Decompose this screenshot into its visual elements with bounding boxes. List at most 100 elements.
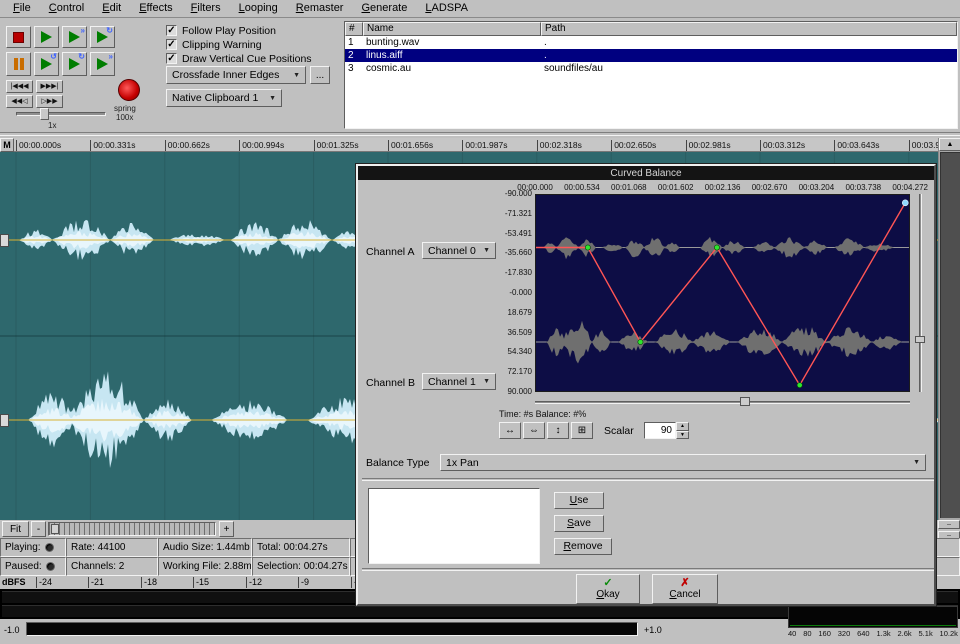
zoom-slider[interactable] <box>48 522 216 536</box>
ruler-time-label: 00:01.987s <box>462 140 507 151</box>
fit-button[interactable]: Fit <box>2 521 29 537</box>
vertical-scrollbar[interactable]: ▲ <box>938 138 960 520</box>
menu-looping[interactable]: Looping <box>230 0 287 16</box>
menu-file[interactable]: File <box>4 0 40 16</box>
record-button[interactable] <box>118 79 140 101</box>
menu-remaster[interactable]: Remaster <box>287 0 353 16</box>
file-name: cosmic.au <box>363 62 541 75</box>
play-button[interactable] <box>34 26 59 48</box>
freq-band-label: 640 <box>857 629 870 642</box>
jump-to-end-button[interactable]: ▶▶▶| <box>36 80 63 93</box>
checkbox-row[interactable]: ✓Clipping Warning <box>166 38 262 51</box>
dialog-separator <box>362 478 934 481</box>
checkbox-checked-icon[interactable]: ✓ <box>166 39 177 50</box>
scalar-spinner[interactable]: ▲ ▼ <box>676 422 689 439</box>
save-button[interactable]: Save <box>554 515 604 532</box>
channel1-handle[interactable] <box>0 234 9 247</box>
fit-horizontal-button[interactable]: ↔ <box>499 422 521 439</box>
scroll-up-icon[interactable]: ▲ <box>939 138 960 151</box>
menu-filters[interactable]: Filters <box>182 0 230 16</box>
pause-button[interactable] <box>6 52 31 76</box>
freq-band-label: 2.6k <box>897 629 911 642</box>
menu-control[interactable]: Control <box>40 0 93 16</box>
balance-type-dropdown[interactable]: 1x Pan ▼ <box>440 454 926 471</box>
preset-listbox[interactable] <box>368 488 540 564</box>
zoom-vertical-button[interactable]: ↕ <box>547 422 569 439</box>
channel-b-dropdown[interactable]: Channel 1 ▼ <box>422 373 496 390</box>
zoom-slider-thumb[interactable] <box>51 524 59 534</box>
table-row[interactable]: 3cosmic.ausoundfiles/au <box>345 62 957 75</box>
graph-balance-label: -0.000 <box>488 288 532 297</box>
curve-node[interactable] <box>714 245 719 250</box>
filelist-header-name[interactable]: Name <box>363 22 541 36</box>
dbfs-tick-label: -18 <box>141 577 157 588</box>
playback-speed-thumb[interactable] <box>40 108 49 120</box>
speed-value-label: 1x <box>48 121 56 130</box>
mute-button[interactable]: M <box>0 138 14 152</box>
channel-a-dropdown[interactable]: Channel 0 ▼ <box>422 242 496 259</box>
ruler-time-label: 00:03.974s <box>909 140 938 151</box>
spinner-down-icon[interactable]: ▼ <box>676 431 689 440</box>
shuttle-backward-button[interactable]: ↺ <box>34 52 59 76</box>
timeline-ruler[interactable]: 00:00.000s00:00.331s00:00.662s00:00.994s… <box>0 138 938 152</box>
shuttle-forward-button[interactable]: ↻ <box>62 52 87 76</box>
pane-shrink-button[interactable]: -- <box>938 520 960 529</box>
playback-speed-slider[interactable] <box>16 112 106 116</box>
okay-button[interactable]: ✓ Okay <box>576 574 640 604</box>
table-row[interactable]: 2linus.aiff. <box>345 49 957 62</box>
play-selection-button[interactable]: » <box>62 26 87 48</box>
menu-effects[interactable]: Effects <box>130 0 181 16</box>
status-text: Playing: <box>5 542 41 553</box>
menu-ladspa[interactable]: LADSPA <box>416 0 477 16</box>
remove-button[interactable]: Remove <box>554 538 612 555</box>
checkbox-label: Draw Vertical Cue Positions <box>182 53 312 65</box>
frequency-analyzer <box>788 606 958 628</box>
graph-horizontal-slider-thumb[interactable] <box>740 397 750 406</box>
use-button[interactable]: Use <box>554 492 604 509</box>
freq-band-label: 5.1k <box>919 629 933 642</box>
filelist-header-path[interactable]: Path <box>541 22 957 36</box>
graph-horizontal-slider[interactable] <box>535 396 910 408</box>
shuttle-arrow-icon: » <box>109 53 113 61</box>
graph-vertical-slider[interactable] <box>914 194 926 392</box>
status-cell: Selection: 00:04.27s <box>252 557 350 576</box>
table-row[interactable]: 1bunting.wav. <box>345 36 957 49</box>
checkbox-checked-icon[interactable]: ✓ <box>166 53 177 64</box>
balance-curve-graph[interactable] <box>535 194 910 392</box>
zoom-out-button[interactable]: - <box>31 521 46 537</box>
crossfade-more-button[interactable]: ... <box>310 66 330 84</box>
scalar-input[interactable]: 90 <box>644 422 676 439</box>
curve-node[interactable] <box>638 339 643 344</box>
grid-snap-button[interactable]: ⊞ <box>571 422 593 439</box>
skip-back-button[interactable]: ◀◀◁ <box>6 95 33 108</box>
checkbox-row[interactable]: ✓Follow Play Position <box>166 24 276 37</box>
channel-b-label: Channel B <box>366 377 415 389</box>
zoom-in-button[interactable]: + <box>219 521 234 537</box>
curve-endpoint[interactable] <box>902 200 908 206</box>
checkbox-row[interactable]: ✓ Draw Vertical Cue Positions <box>166 52 312 65</box>
channel2-handle[interactable] <box>0 414 9 427</box>
stop-button[interactable] <box>6 26 31 48</box>
play-looped-button[interactable]: ↻ <box>90 26 115 48</box>
spinner-up-icon[interactable]: ▲ <box>676 422 689 431</box>
jump-to-start-button[interactable]: |◀◀◀ <box>6 80 33 93</box>
curve-node[interactable] <box>797 383 802 388</box>
skip-forward-button[interactable]: ▷▶▶ <box>36 95 63 108</box>
filelist-header-num[interactable]: # <box>345 22 363 36</box>
status-cell: Total: 00:04.27s <box>252 538 350 557</box>
loaded-files-list[interactable]: #NamePath1bunting.wav.2linus.aiff.3cosmi… <box>344 21 958 129</box>
scrollbar-trough[interactable] <box>940 152 960 518</box>
graph-vertical-slider-thumb[interactable] <box>915 336 925 343</box>
crossfade-dropdown[interactable]: Crossfade Inner Edges ▼ <box>166 66 306 84</box>
shuttle-rate-button[interactable]: » <box>90 52 115 76</box>
cancel-button[interactable]: ✗ Cancel <box>652 574 718 604</box>
status-cell: Paused: <box>0 557 66 576</box>
menu-edit[interactable]: Edit <box>93 0 130 16</box>
curve-node[interactable] <box>585 245 590 250</box>
checkbox-checked-icon[interactable]: ✓ <box>166 25 177 36</box>
ruler-time-label: 00:00.000s <box>16 140 61 151</box>
menu-generate[interactable]: Generate <box>352 0 416 16</box>
clipboard-dropdown[interactable]: Native Clipboard 1 ▼ <box>166 89 282 107</box>
menu-bar: FileControlEditEffectsFiltersLoopingRema… <box>0 0 960 18</box>
zoom-horizontal-button[interactable]: ⇔ <box>523 422 545 439</box>
